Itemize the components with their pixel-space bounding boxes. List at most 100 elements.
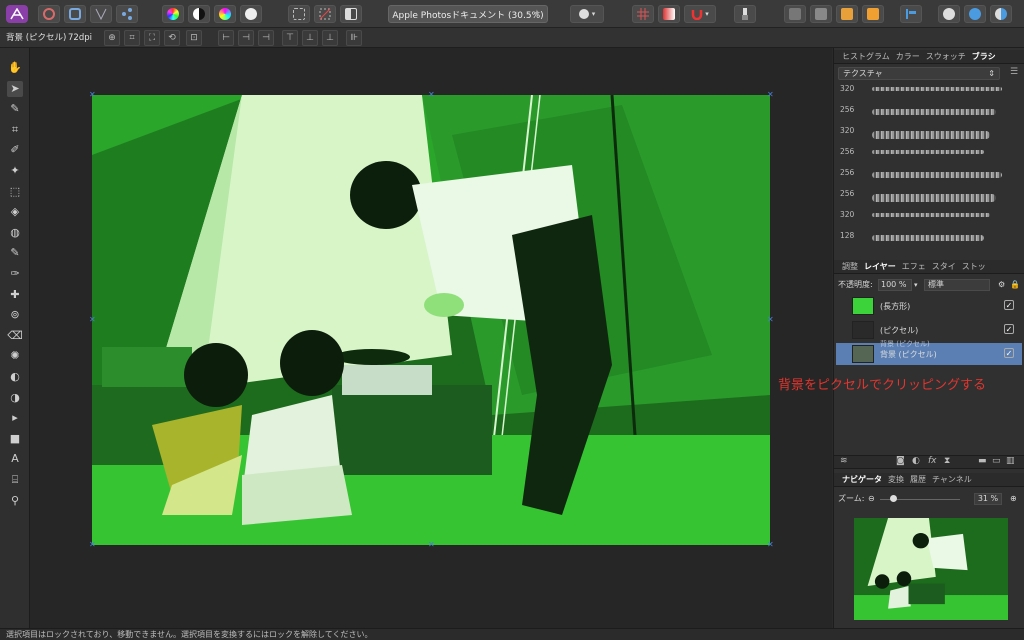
dodge-icon[interactable]: ◐ bbox=[7, 369, 23, 385]
paint-brush-icon[interactable]: ✎ bbox=[7, 245, 23, 261]
transform-handle[interactable]: ✕ bbox=[428, 541, 435, 549]
hsl-icon[interactable] bbox=[214, 5, 236, 23]
transform-reset-icon[interactable]: ⊡ bbox=[186, 30, 202, 46]
transform-handle[interactable]: ✕ bbox=[89, 316, 96, 324]
marquee-icon[interactable]: ⬚ bbox=[7, 184, 23, 200]
color-wheel-icon[interactable]: ◍ bbox=[7, 225, 23, 241]
assistant-icon[interactable] bbox=[658, 5, 680, 23]
document-title[interactable]: Apple Photosドキュメント (30.5%) ★ bbox=[388, 5, 548, 23]
transform-fit-icon[interactable]: ⛶ bbox=[144, 30, 160, 46]
color-picker-icon[interactable] bbox=[162, 5, 184, 23]
brush-preset[interactable]: 320 bbox=[840, 126, 1020, 140]
zoom-slider-thumb[interactable] bbox=[890, 495, 897, 502]
opacity-field[interactable]: 100 % bbox=[878, 279, 912, 291]
shape-icon[interactable]: ■ bbox=[7, 431, 23, 447]
panel-menu-icon[interactable]: ☰ bbox=[1010, 67, 1018, 77]
eyedropper-icon[interactable]: ✎ bbox=[7, 101, 23, 117]
transform-handle[interactable]: ✕ bbox=[89, 91, 96, 99]
transform-origin-icon[interactable]: ⊕ bbox=[104, 30, 120, 46]
fx-icon[interactable]: fx bbox=[928, 456, 937, 466]
delete-layer-icon[interactable]: ▥ bbox=[1006, 456, 1015, 466]
pen-icon[interactable]: ▸ bbox=[7, 410, 23, 426]
tab-0[interactable]: 調整 bbox=[842, 261, 858, 272]
transform-handle[interactable]: ✕ bbox=[89, 541, 96, 549]
tab-3[interactable]: チャンネル bbox=[932, 474, 972, 485]
zoom-icon[interactable]: ⚲ bbox=[7, 493, 23, 509]
invert-selection-icon[interactable] bbox=[340, 5, 362, 23]
navigator-thumbnail[interactable] bbox=[854, 518, 1008, 620]
align-middle-icon[interactable]: ⊥ bbox=[302, 30, 318, 46]
brush-preset[interactable]: 256 bbox=[840, 105, 1020, 119]
healing-icon[interactable]: ✚ bbox=[7, 287, 23, 303]
export-persona-icon[interactable] bbox=[116, 5, 138, 23]
transform-handle[interactable]: ✕ bbox=[767, 316, 774, 324]
arrange-forward-icon[interactable] bbox=[836, 5, 858, 23]
grid-icon[interactable] bbox=[632, 5, 654, 23]
tab-1[interactable]: 変換 bbox=[888, 474, 904, 485]
brush-preset[interactable]: 256 bbox=[840, 168, 1020, 182]
blend-mode-select[interactable]: 標準 bbox=[924, 279, 990, 291]
photo-persona-icon[interactable] bbox=[38, 5, 60, 23]
snapping-icon[interactable]: ▾ bbox=[684, 5, 716, 23]
new-layer-icon[interactable]: ▭ bbox=[992, 456, 1001, 466]
contrast-icon[interactable] bbox=[188, 5, 210, 23]
arrange-backward-icon[interactable] bbox=[810, 5, 832, 23]
brush-preset[interactable]: 256 bbox=[840, 189, 1020, 203]
transform-rotate-icon[interactable]: ⟲ bbox=[164, 30, 180, 46]
tab-2[interactable]: エフェ bbox=[902, 261, 926, 272]
smudge-icon[interactable]: ✺ bbox=[7, 348, 23, 364]
clone-icon[interactable]: ⊚ bbox=[7, 307, 23, 323]
arrange-back-icon[interactable] bbox=[784, 5, 806, 23]
align-top-icon[interactable]: ⊤ bbox=[282, 30, 298, 46]
align-icon[interactable] bbox=[900, 5, 922, 23]
tab-1[interactable]: カラー bbox=[896, 51, 920, 62]
zoom-in-icon[interactable]: ⊕ bbox=[1010, 492, 1017, 506]
layer-row[interactable]: (長方形) ✓ bbox=[836, 295, 1022, 317]
adjustment-icon[interactable]: ◐ bbox=[912, 456, 920, 466]
transform-handle[interactable]: ✕ bbox=[767, 541, 774, 549]
text-icon[interactable]: A bbox=[7, 451, 23, 467]
tab-3[interactable]: スタイ bbox=[932, 261, 956, 272]
brush-preset[interactable]: 320 bbox=[840, 84, 1020, 98]
transform-handle[interactable]: ✕ bbox=[428, 91, 435, 99]
layer-visibility-checkbox[interactable]: ✓ bbox=[1004, 300, 1014, 310]
live-filter-icon[interactable]: ⧗ bbox=[944, 456, 950, 466]
brush-icon[interactable]: ✐ bbox=[7, 142, 23, 158]
layer-settings-icon[interactable]: ⚙ bbox=[998, 278, 1005, 292]
layer-row[interactable]: (ピクセル) ✓ bbox=[836, 319, 1022, 341]
distribute-icon[interactable]: ⊪ bbox=[346, 30, 362, 46]
transform-scale-icon[interactable]: ⌗ bbox=[124, 30, 140, 46]
layer-visibility-checkbox[interactable]: ✓ bbox=[1004, 348, 1014, 358]
mask-icon[interactable]: ◙ bbox=[896, 456, 905, 466]
align-center-icon[interactable]: ⊣ bbox=[238, 30, 254, 46]
brush-preset[interactable]: 256 bbox=[840, 147, 1020, 161]
tab-2[interactable]: スウォッチ bbox=[926, 51, 966, 62]
erase-icon[interactable]: ⌫ bbox=[7, 328, 23, 344]
white-balance-icon[interactable] bbox=[240, 5, 262, 23]
layer-row[interactable]: 背景 (ピクセル) 背景 (ピクセル) ✓ bbox=[836, 340, 1022, 365]
layers-stack-icon[interactable]: ≋ bbox=[840, 456, 848, 466]
align-left-icon[interactable]: ⊢ bbox=[218, 30, 234, 46]
quick-mask-icon[interactable]: ▾ bbox=[570, 5, 604, 23]
brush-options-icon[interactable] bbox=[734, 5, 756, 23]
tab-3[interactable]: ブラシ bbox=[972, 51, 996, 62]
arrange-front-icon[interactable] bbox=[862, 5, 884, 23]
zoom-out-icon[interactable]: ⊖ bbox=[868, 492, 875, 506]
star-icon[interactable]: ★ bbox=[533, 9, 541, 19]
select-all-icon[interactable] bbox=[288, 5, 310, 23]
brush-category-select[interactable]: テクスチャ ⇕ bbox=[838, 67, 1000, 80]
flood-fill-icon[interactable]: ◈ bbox=[7, 204, 23, 220]
layer-visibility-checkbox[interactable]: ✓ bbox=[1004, 324, 1014, 334]
boolean-intersect-icon[interactable] bbox=[990, 5, 1012, 23]
move-icon[interactable]: ➤ bbox=[7, 80, 23, 97]
liquify-persona-icon[interactable] bbox=[64, 5, 86, 23]
align-right-icon[interactable]: ⊣ bbox=[258, 30, 274, 46]
canvas-area[interactable]: ✕ ✕ ✕ ✕ ✕ ✕ ✕ ✕ bbox=[30, 48, 832, 628]
brush-preset[interactable]: 320 bbox=[840, 210, 1020, 224]
opacity-dropdown-icon[interactable]: ▾ bbox=[914, 278, 918, 292]
mesh-icon[interactable]: ⌸ bbox=[7, 472, 23, 488]
develop-persona-icon[interactable] bbox=[90, 5, 112, 23]
document-image[interactable] bbox=[92, 95, 770, 545]
boolean-add-icon[interactable] bbox=[938, 5, 960, 23]
hand-icon[interactable]: ✋ bbox=[7, 60, 23, 76]
